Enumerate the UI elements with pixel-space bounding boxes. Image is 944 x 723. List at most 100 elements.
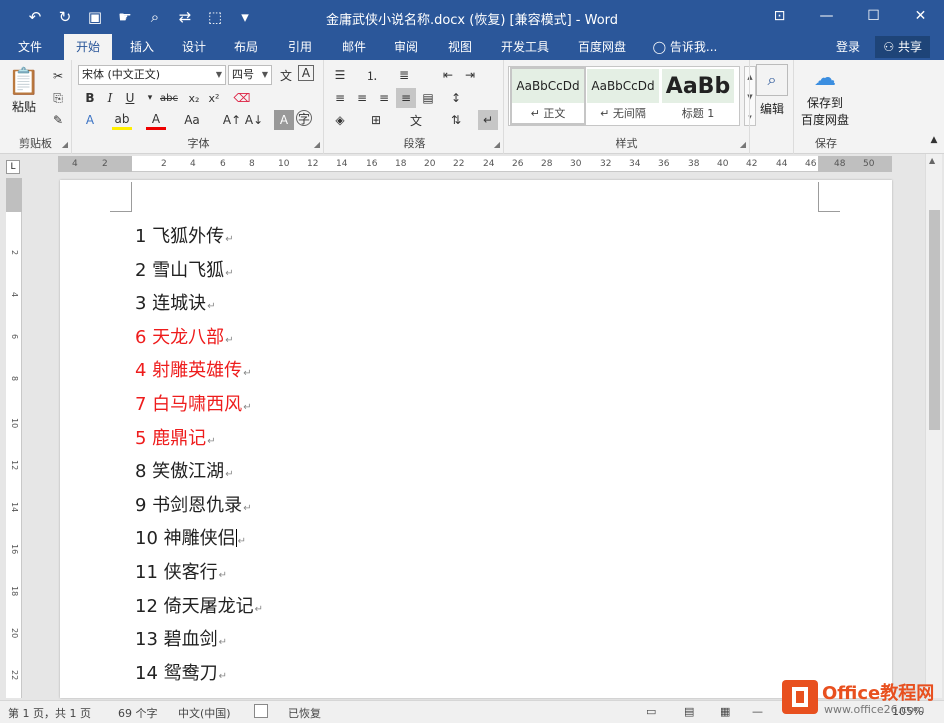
superscript-icon[interactable]: x² xyxy=(204,88,224,108)
styles-launcher-icon[interactable]: ◢ xyxy=(740,140,746,149)
zoom-out-icon[interactable]: — xyxy=(752,705,763,718)
tab-mailings[interactable]: 邮件 xyxy=(330,34,378,60)
horizontal-ruler[interactable]: 4 2 2 4 6 8 10 12 14 16 18 20 22 24 26 28 30 32 34 36 38 40 42… xyxy=(58,156,892,172)
close-icon[interactable]: ✕ xyxy=(897,0,944,32)
bullets-icon[interactable]: ☰ xyxy=(330,65,350,85)
align-center-icon[interactable]: ≡ xyxy=(352,88,372,108)
underline-icon[interactable]: U xyxy=(120,88,140,108)
clipboard-launcher-icon[interactable]: ◢ xyxy=(62,140,68,149)
undo-icon[interactable]: ↶ xyxy=(22,5,48,29)
maximize-icon[interactable]: ☐ xyxy=(850,0,897,32)
replace-icon[interactable]: ⇄ xyxy=(172,5,198,29)
customize-icon[interactable]: ▾ xyxy=(232,5,258,29)
document-page[interactable]: 1 飞狐外传↵ 2 雪山飞狐↵ 3 连城诀↵ 6 天龙八部↵ 4 射雕英雄传↵ 7 白马啸… xyxy=(60,180,892,698)
copy-icon[interactable]: ⎘ xyxy=(48,88,68,108)
document-line[interactable]: 7 白马啸西风↵ xyxy=(135,390,252,416)
tab-home[interactable]: 开始 xyxy=(64,34,112,60)
grow-font-icon[interactable]: A↑ xyxy=(222,110,242,130)
tab-developer[interactable]: 开发工具 xyxy=(494,34,556,60)
tab-references[interactable]: 引用 xyxy=(276,34,324,60)
tab-design[interactable]: 设计 xyxy=(170,34,218,60)
macro-icon[interactable] xyxy=(254,704,268,718)
phonetic-guide-icon[interactable]: 文 xyxy=(276,65,296,85)
align-right-icon[interactable]: ≡ xyxy=(374,88,394,108)
tab-insert[interactable]: 插入 xyxy=(118,34,166,60)
numbering-icon[interactable]: ⒈ xyxy=(362,65,382,85)
decrease-indent-icon[interactable]: ⇤ xyxy=(438,65,458,85)
document-line[interactable]: 9 书剑恩仇录↵ xyxy=(135,491,252,517)
borders-icon[interactable]: ⊞ xyxy=(366,110,386,130)
italic-icon[interactable]: I xyxy=(100,88,120,108)
subscript-icon[interactable]: x₂ xyxy=(184,88,204,108)
document-line[interactable]: 11 侠客行↵ xyxy=(135,558,227,584)
login-link[interactable]: 登录 xyxy=(826,34,870,60)
tab-baidu-netdisk[interactable]: 百度网盘 xyxy=(570,34,634,60)
document-line[interactable]: 2 雪山飞狐↵ xyxy=(135,256,234,282)
tab-view[interactable]: 视图 xyxy=(436,34,484,60)
share-button[interactable]: ⚇ 共享 xyxy=(875,36,930,58)
save-icon[interactable]: ▣ xyxy=(82,5,108,29)
select-icon[interactable]: ⬚ xyxy=(202,5,228,29)
document-line[interactable]: 5 鹿鼎记↵ xyxy=(135,424,216,450)
language[interactable]: 中文(中国) xyxy=(178,705,231,721)
shading-icon[interactable]: ◈ xyxy=(330,110,350,130)
redo-icon[interactable]: ↻ xyxy=(52,5,78,29)
char-border-icon[interactable]: A xyxy=(298,65,314,81)
document-line[interactable]: 12 倚天屠龙记↵ xyxy=(135,592,263,618)
distributed-icon[interactable]: ▤ xyxy=(418,88,438,108)
paste-button[interactable]: 📋 粘贴 xyxy=(6,66,42,115)
text-effect-icon[interactable]: A xyxy=(80,110,100,130)
font-name-select[interactable]: 宋体 (中文正文) ▼ xyxy=(78,65,226,85)
document-line[interactable]: 6 天龙八部↵ xyxy=(135,323,234,349)
ribbon-display-icon[interactable]: ⊡ xyxy=(756,0,803,32)
chevron-down-icon[interactable]: ▾ xyxy=(140,88,160,108)
tell-me-box[interactable]: ◯ 告诉我... xyxy=(650,34,720,60)
style-no-spacing[interactable]: AaBbCcDd ↵ 无间隔 xyxy=(587,69,659,123)
document-line[interactable]: 3 连城诀↵ xyxy=(135,289,216,315)
collapse-ribbon-icon[interactable]: ▲ xyxy=(924,130,944,150)
highlight-icon[interactable]: ab xyxy=(112,110,132,130)
vertical-ruler[interactable]: 2 4 6 8 10 12 14 16 18 20 22 xyxy=(6,178,22,698)
style-heading-1[interactable]: AaBb 标题 1 xyxy=(662,69,734,123)
scroll-thumb[interactable] xyxy=(929,210,940,430)
scroll-up-icon[interactable]: ▲ xyxy=(929,156,935,165)
show-marks-icon[interactable]: ↵ xyxy=(478,110,498,130)
print-preview-icon[interactable]: ⌕ xyxy=(142,5,168,29)
minimize-icon[interactable]: — xyxy=(803,0,850,32)
font-size-select[interactable]: 四号 ▼ xyxy=(228,65,272,85)
document-line[interactable]: 1 飞狐外传↵ xyxy=(135,222,234,248)
enclose-char-icon[interactable]: 字 xyxy=(296,110,312,126)
style-normal[interactable]: AaBbCcDd ↵ 正文 xyxy=(510,67,586,125)
format-painter-icon[interactable]: ✎ xyxy=(48,110,68,130)
clear-format-icon[interactable]: ⌫ xyxy=(232,88,252,108)
edit-button[interactable]: ⌕ 编辑 xyxy=(756,64,788,117)
vertical-scrollbar[interactable]: ▲ xyxy=(925,154,942,698)
document-line[interactable]: 10 神雕侠侣 ↵ xyxy=(135,524,246,550)
read-mode-icon[interactable]: ▭ xyxy=(646,705,656,718)
bold-icon[interactable]: B xyxy=(80,88,100,108)
increase-indent-icon[interactable]: ⇥ xyxy=(460,65,480,85)
shrink-font-icon[interactable]: A↓ xyxy=(244,110,264,130)
paragraph-launcher-icon[interactable]: ◢ xyxy=(494,140,500,149)
tab-file[interactable]: 文件 xyxy=(6,34,54,60)
char-shading-icon[interactable]: A xyxy=(274,110,294,130)
print-layout-icon[interactable]: ▤ xyxy=(684,705,694,718)
document-line[interactable]: 8 笑傲江湖↵ xyxy=(135,457,234,483)
tab-selector[interactable]: L xyxy=(6,160,20,174)
page-count[interactable]: 第 1 页，共 1 页 xyxy=(8,705,91,721)
document-line[interactable]: 14 鸳鸯刀↵ xyxy=(135,659,227,685)
font-launcher-icon[interactable]: ◢ xyxy=(314,140,320,149)
document-line[interactable]: 13 碧血剑↵ xyxy=(135,625,227,651)
strikethrough-icon[interactable]: abc xyxy=(158,88,180,108)
web-layout-icon[interactable]: ▦ xyxy=(720,705,730,718)
font-color-icon[interactable]: A xyxy=(146,110,166,130)
word-count[interactable]: 69 个字 xyxy=(118,705,158,721)
multilevel-list-icon[interactable]: ≣ xyxy=(394,65,414,85)
cut-icon[interactable]: ✂ xyxy=(48,66,68,86)
save-to-baidu-button[interactable]: ☁ 保存到 百度网盘 xyxy=(796,64,854,128)
touch-mode-icon[interactable]: ☛ xyxy=(112,5,138,29)
document-line[interactable]: 4 射雕英雄传↵ xyxy=(135,356,252,382)
tab-review[interactable]: 审阅 xyxy=(382,34,430,60)
tab-layout[interactable]: 布局 xyxy=(222,34,270,60)
change-case-icon[interactable]: Aa xyxy=(182,110,202,130)
